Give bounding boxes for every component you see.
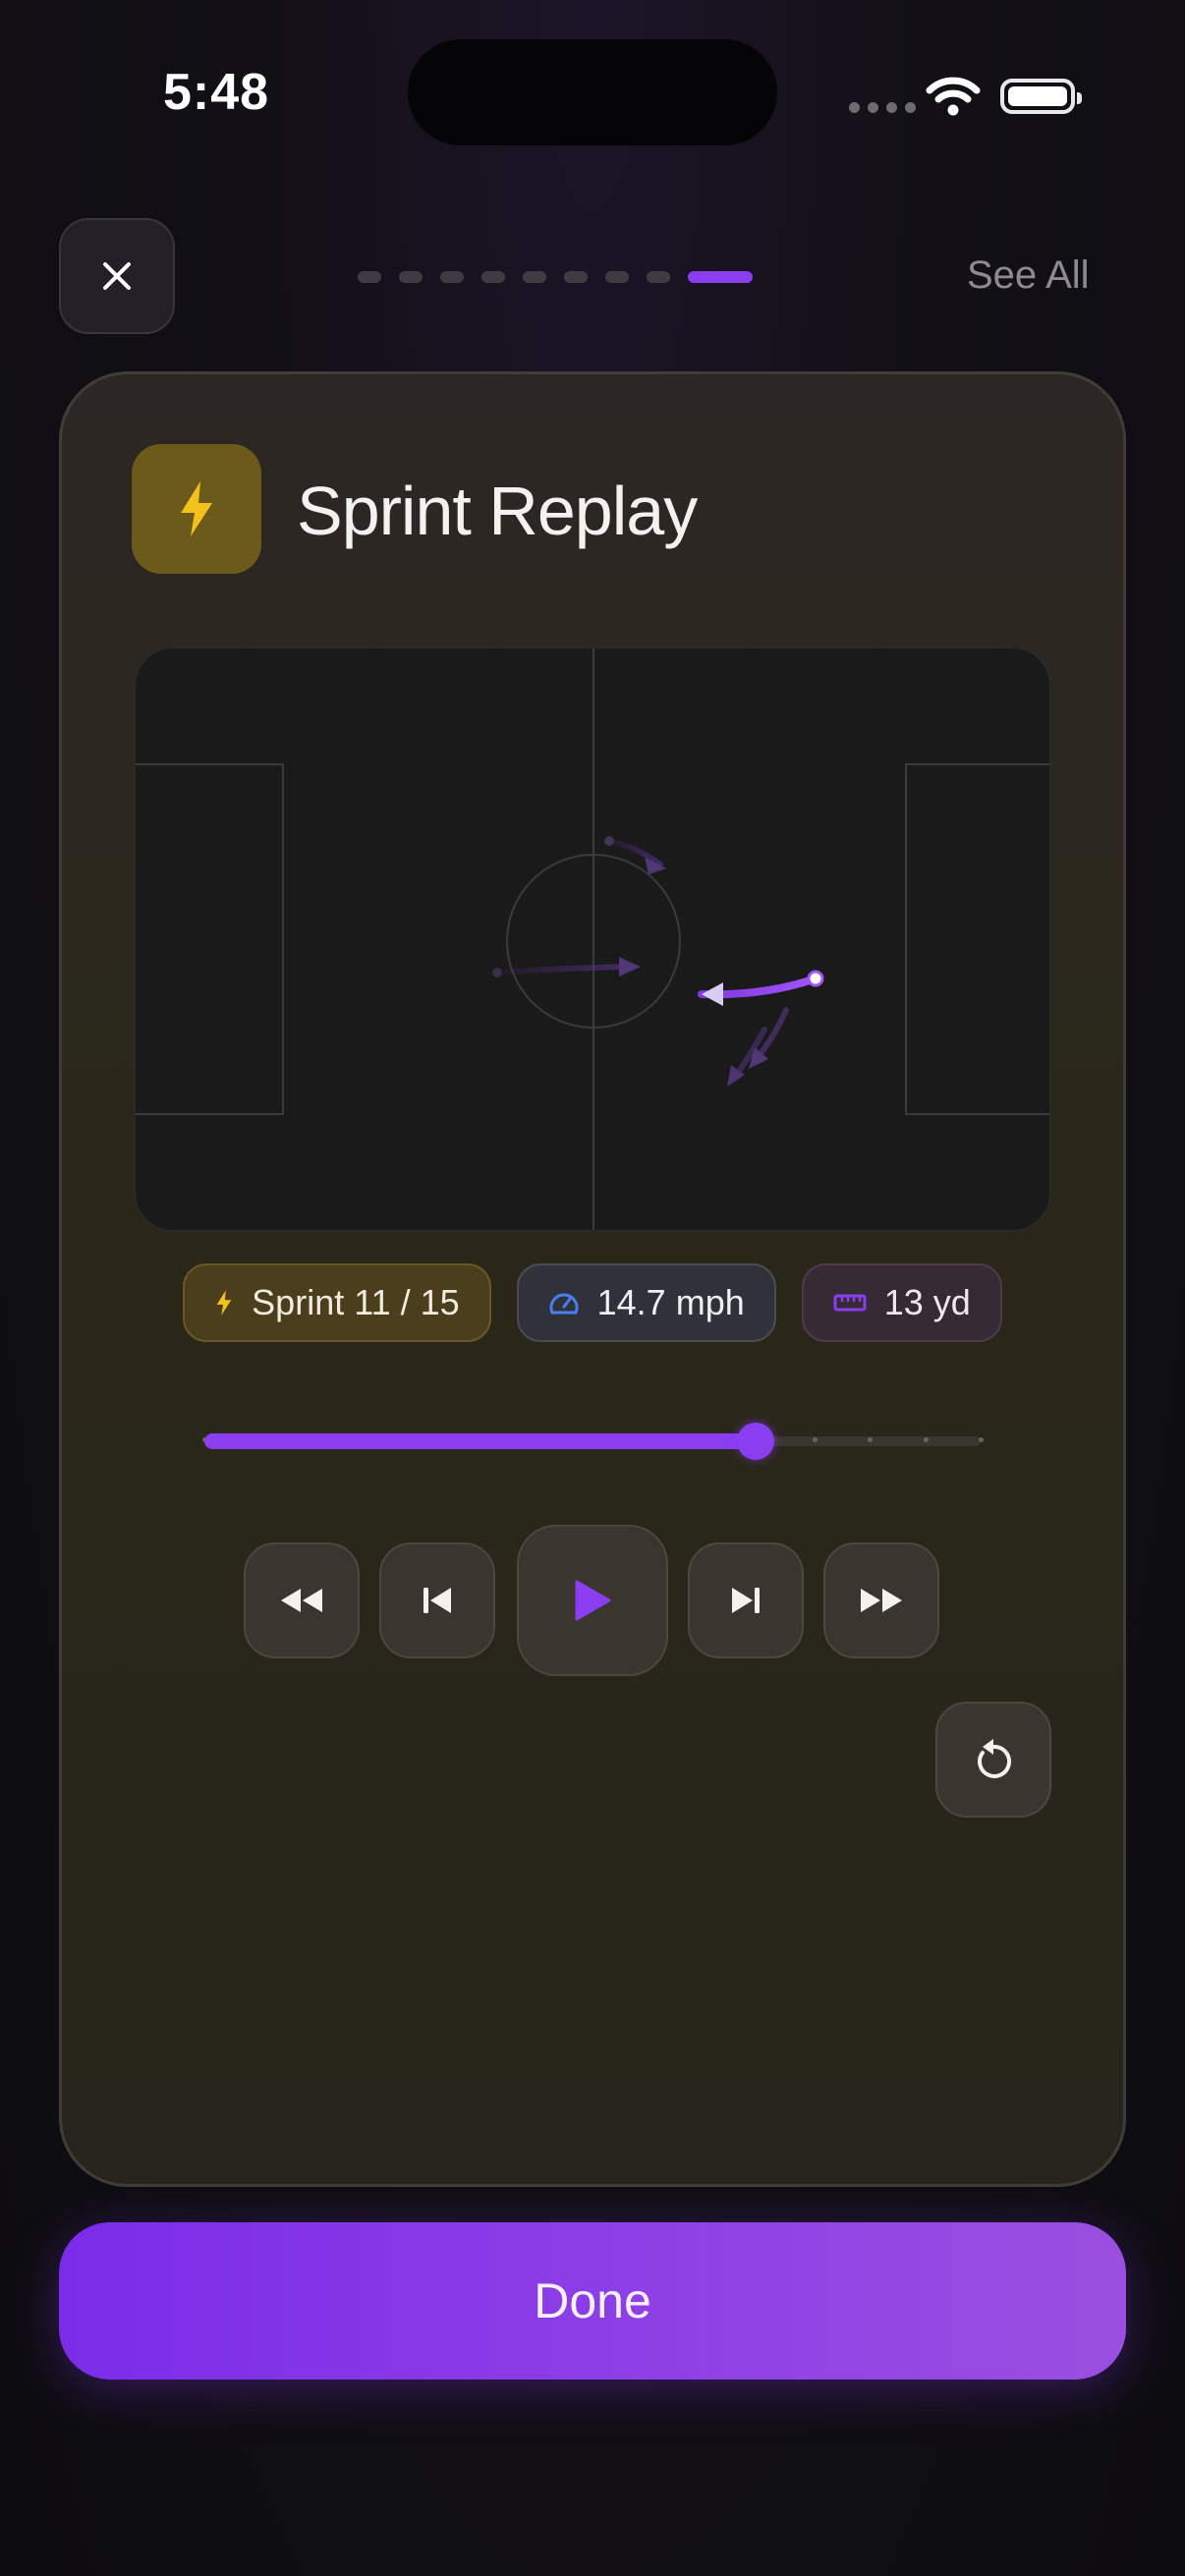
skip-next-icon — [732, 1588, 760, 1613]
progress-segment-active — [688, 271, 753, 283]
pitch-markings — [136, 648, 1049, 1230]
speed-chip: 14.7 mph — [516, 1263, 776, 1342]
timeline-tick — [812, 1437, 818, 1442]
lightning-icon — [181, 481, 212, 536]
progress-segment — [523, 271, 546, 283]
dynamic-island — [408, 39, 777, 145]
next-button[interactable] — [688, 1542, 804, 1658]
timeline-tick — [979, 1437, 984, 1442]
speed-label: 14.7 mph — [596, 1282, 745, 1322]
ruler-icon — [833, 1294, 867, 1312]
player-trail — [496, 964, 630, 976]
rewind-button[interactable] — [244, 1542, 360, 1658]
story-progress-indicator — [358, 271, 753, 283]
previous-button[interactable] — [379, 1542, 495, 1658]
status-time: 5:48 — [163, 64, 270, 121]
player-trail — [606, 838, 663, 868]
progress-segment — [605, 271, 629, 283]
cellular-signal-icon — [849, 102, 916, 113]
active-sprint-trail — [698, 970, 824, 1006]
lightning-icon — [216, 1290, 232, 1316]
timeline-progress — [204, 1433, 756, 1449]
done-button[interactable]: Done — [59, 2222, 1126, 2380]
card-title: Sprint Replay — [297, 473, 698, 549]
fast-forward-icon — [861, 1589, 902, 1612]
progress-segment — [358, 271, 381, 283]
progress-segment — [647, 271, 670, 283]
close-icon — [103, 262, 131, 290]
see-all-button[interactable]: See All — [967, 253, 1090, 298]
play-icon — [575, 1580, 611, 1621]
faded-player-trails — [492, 836, 789, 1087]
progress-segment — [440, 271, 464, 283]
progress-segment — [481, 271, 505, 283]
distance-label: 13 yd — [883, 1282, 971, 1322]
progress-segment — [564, 271, 588, 283]
timeline-tick — [923, 1437, 929, 1442]
rewind-icon — [281, 1589, 322, 1612]
sprint-count-chip: Sprint 11 / 15 — [183, 1263, 491, 1342]
timeline-scrubber-handle[interactable] — [737, 1423, 774, 1460]
progress-segment — [399, 271, 423, 283]
close-button[interactable] — [59, 218, 175, 334]
distance-chip: 13 yd — [801, 1263, 1002, 1342]
replay-button[interactable] — [935, 1702, 1051, 1818]
card-icon-badge — [132, 444, 261, 574]
replay-icon — [978, 1739, 1012, 1778]
wifi-icon — [926, 77, 981, 116]
play-button[interactable] — [517, 1525, 668, 1676]
speedometer-icon — [549, 1293, 579, 1315]
battery-icon — [1000, 79, 1082, 114]
sprint-count-label: Sprint 11 / 15 — [252, 1282, 460, 1322]
fast-forward-button[interactable] — [823, 1542, 939, 1658]
sprint-stats-chips: Sprint 11 / 15 14.7 mph 13 yd — [134, 1263, 1051, 1342]
skip-previous-icon — [423, 1588, 451, 1613]
pitch-replay-view — [134, 646, 1051, 1232]
